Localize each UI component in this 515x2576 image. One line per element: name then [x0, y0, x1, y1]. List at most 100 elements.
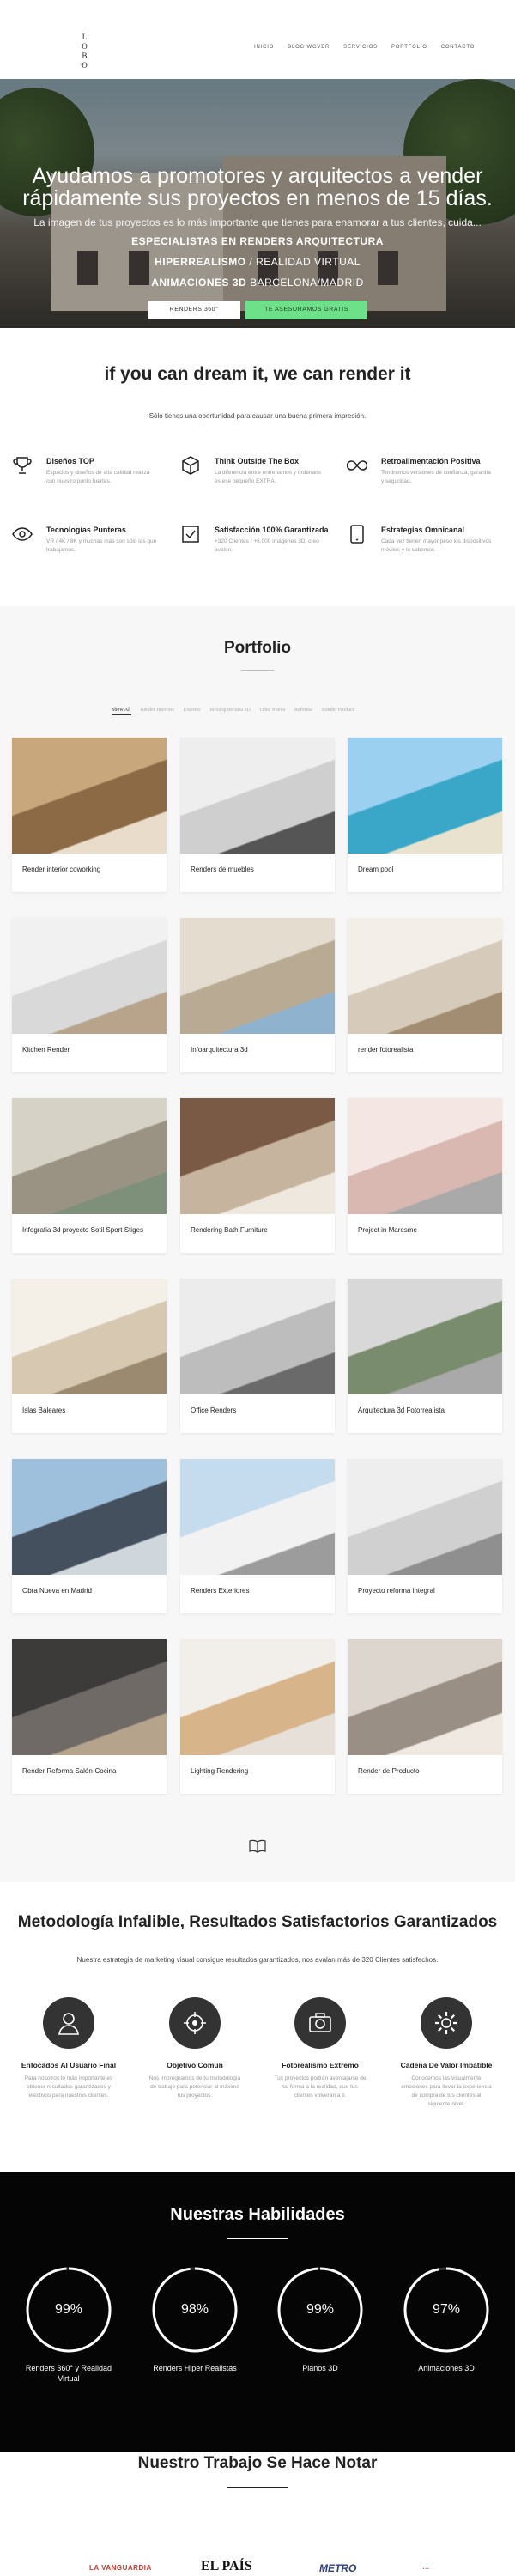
cube-icon [182, 456, 199, 475]
portfolio-image[interactable] [12, 918, 167, 1034]
portfolio-image[interactable] [180, 1639, 335, 1755]
methodology-icon-circle [294, 1997, 346, 2049]
feature-title: Estrategias Omnicanal [381, 526, 465, 534]
portfolio-card[interactable]: Obra Nueva en Madrid [12, 1459, 167, 1613]
portfolio-caption[interactable]: Render interior coworking [22, 866, 100, 873]
portfolio-card[interactable]: Rendering Bath Furniture [180, 1098, 335, 1253]
portfolio-card[interactable]: Renders de muebles [180, 738, 335, 892]
press-logo-vanguardia: LA VANGUARDIA [89, 2564, 152, 2572]
portfolio-caption[interactable]: Infografia 3d proyecto Sotil Sport Stige… [22, 1226, 143, 1234]
renders-360-button[interactable]: RENDERS 360° [148, 301, 240, 319]
portfolio-image[interactable] [180, 738, 335, 854]
hero-section: Ayudamos a promotores y arquitectos a ve… [0, 79, 515, 328]
filter-infoarquitectura[interactable]: Infoarquitectura 3D [209, 708, 250, 715]
portfolio-caption[interactable]: Render Reforma Salón-Cocina [22, 1767, 116, 1775]
nav-item-inicio[interactable]: INICIO [254, 45, 274, 50]
portfolio-image[interactable] [348, 1279, 502, 1394]
portfolio-caption[interactable]: Rendering Bath Furniture [191, 1226, 268, 1234]
portfolio-caption[interactable]: Arquitectura 3d Fotorrealista [358, 1406, 445, 1414]
dream-title: if you can dream it, we can render it [104, 364, 411, 384]
portfolio-card[interactable]: Project in Maresme [348, 1098, 502, 1253]
dream-subtitle: Sólo tienes una oportunidad para causar … [148, 412, 367, 420]
portfolio-caption[interactable]: Lighting Rendering [191, 1767, 248, 1775]
portfolio-image[interactable] [348, 1098, 502, 1214]
portfolio-caption[interactable]: Office Renders [191, 1406, 236, 1414]
portfolio-card[interactable]: Render de Producto [348, 1639, 502, 1794]
portfolio-card[interactable]: Renders Exteriores [180, 1459, 335, 1613]
feature-desc: Tendremos versiones de confianza, garant… [381, 470, 491, 484]
portfolio-card[interactable]: Arquitectura 3d Fotorrealista [348, 1279, 502, 1433]
portfolio-caption[interactable]: Render de Producto [358, 1767, 420, 1775]
skill-ring-graphic: 98% [150, 2265, 239, 2354]
filter-obra-nueva[interactable]: Obra Nueva [260, 708, 285, 715]
target-icon [184, 2012, 206, 2034]
skills-title: Nuestras Habilidades [170, 2205, 345, 2224]
portfolio-image[interactable] [180, 1279, 335, 1394]
portfolio-caption[interactable]: Project in Maresme [358, 1226, 417, 1234]
portfolio-card[interactable]: Proyecto reforma integral [348, 1459, 502, 1613]
portfolio-image[interactable] [348, 1639, 502, 1755]
portfolio-card[interactable]: Infoarquitectura 3d [180, 918, 335, 1072]
skill-percent: 99% [306, 2302, 335, 2317]
portfolio-card[interactable]: Dream pool [348, 738, 502, 892]
feature-title: Retroalimentación Positiva [381, 457, 481, 465]
portfolio-card[interactable]: Office Renders [180, 1279, 335, 1433]
site-logo[interactable]: L O B O [76, 33, 98, 70]
portfolio-card[interactable]: Kitchen Render [12, 918, 167, 1072]
eye-icon [12, 527, 33, 541]
methodology-subtitle: Nuestra estrategia de marketing visual c… [76, 1956, 439, 1964]
portfolio-caption[interactable]: Renders de muebles [191, 866, 254, 873]
filter-render-product[interactable]: Render Product [322, 708, 354, 715]
skills-divider [227, 2238, 288, 2239]
portfolio-card[interactable]: Infografia 3d proyecto Sotil Sport Stige… [12, 1098, 167, 1253]
portfolio-image[interactable] [12, 1639, 167, 1755]
hero-highlight-2-rest: / REALIDAD VIRTUAL [245, 256, 360, 268]
methodology-item-title: Fotorealismo Extremo [282, 2061, 359, 2069]
portfolio-caption[interactable]: Kitchen Render [22, 1046, 70, 1054]
portfolio-card[interactable]: Render interior coworking [12, 738, 167, 892]
filter-exterior[interactable]: Exterior [184, 708, 201, 715]
portfolio-caption[interactable]: Renders Exteriores [191, 1587, 249, 1595]
filter-reforma[interactable]: Reforma [294, 708, 312, 715]
hero-highlight-2-bold: HIPERREALISMO [154, 256, 246, 268]
methodology-item-desc: Conocemos las visualmente emociones para… [401, 2075, 492, 2107]
portfolio-caption[interactable]: Infoarquitectura 3d [191, 1046, 248, 1054]
filter-show-all[interactable]: Show All [112, 708, 131, 715]
skill-ring-graphic: 97% [402, 2265, 491, 2354]
portfolio-image[interactable] [348, 918, 502, 1034]
portfolio-card[interactable]: Lighting Rendering [180, 1639, 335, 1794]
book-icon[interactable] [249, 1839, 266, 1853]
free-advice-button[interactable]: TE ASESORAMOS GRATIS [245, 301, 367, 319]
infinity-icon [347, 460, 367, 471]
portfolio-caption[interactable]: Obra Nueva en Madrid [22, 1587, 92, 1595]
portfolio-image[interactable] [180, 1098, 335, 1214]
portfolio-caption[interactable]: Dream pool [358, 866, 393, 873]
portfolio-caption[interactable]: Proyecto reforma integral [358, 1587, 435, 1595]
portfolio-card[interactable]: Islas Baleares [12, 1279, 167, 1433]
portfolio-image[interactable] [12, 1098, 167, 1214]
portfolio-caption[interactable]: render fotorealista [358, 1046, 413, 1054]
feature-title: Diseños TOP [46, 457, 94, 465]
portfolio-image[interactable] [180, 918, 335, 1034]
portfolio-card[interactable]: Render Reforma Salón-Cocina [12, 1639, 167, 1794]
press-logos: LA VANGUARDIA EL PAÍS METRO ... [0, 2559, 515, 2576]
nav-item-portfolio[interactable]: PORTFOLIO [391, 45, 427, 50]
portfolio-image[interactable] [180, 1459, 335, 1575]
portfolio-caption[interactable]: Islas Baleares [22, 1406, 65, 1414]
portfolio-image[interactable] [12, 1459, 167, 1575]
nav-item-contacto[interactable]: CONTACTO [441, 45, 476, 50]
portfolio-image[interactable] [348, 1459, 502, 1575]
feature-title: Think Outside The Box [215, 457, 300, 465]
nav-item-servicios[interactable]: SERVICIOS [343, 45, 378, 50]
hero-title-line-1: Ayudamos a promotores y arquitectos a ve… [32, 164, 483, 188]
cog-icon [435, 2012, 457, 2034]
portfolio-card[interactable]: render fotorealista [348, 918, 502, 1072]
filter-render-interiors[interactable]: Render Interiors [141, 708, 174, 715]
logo-line-1: L O [82, 33, 92, 51]
portfolio-image[interactable] [12, 738, 167, 854]
nav-item-blog[interactable]: BLOG WGVER [288, 45, 330, 50]
skills-section: Nuestras Habilidades 99% Renders 360° y R… [0, 2172, 515, 2452]
portfolio-image[interactable] [348, 738, 502, 854]
portfolio-image[interactable] [12, 1279, 167, 1394]
methodology-icon-circle [43, 1997, 94, 2049]
